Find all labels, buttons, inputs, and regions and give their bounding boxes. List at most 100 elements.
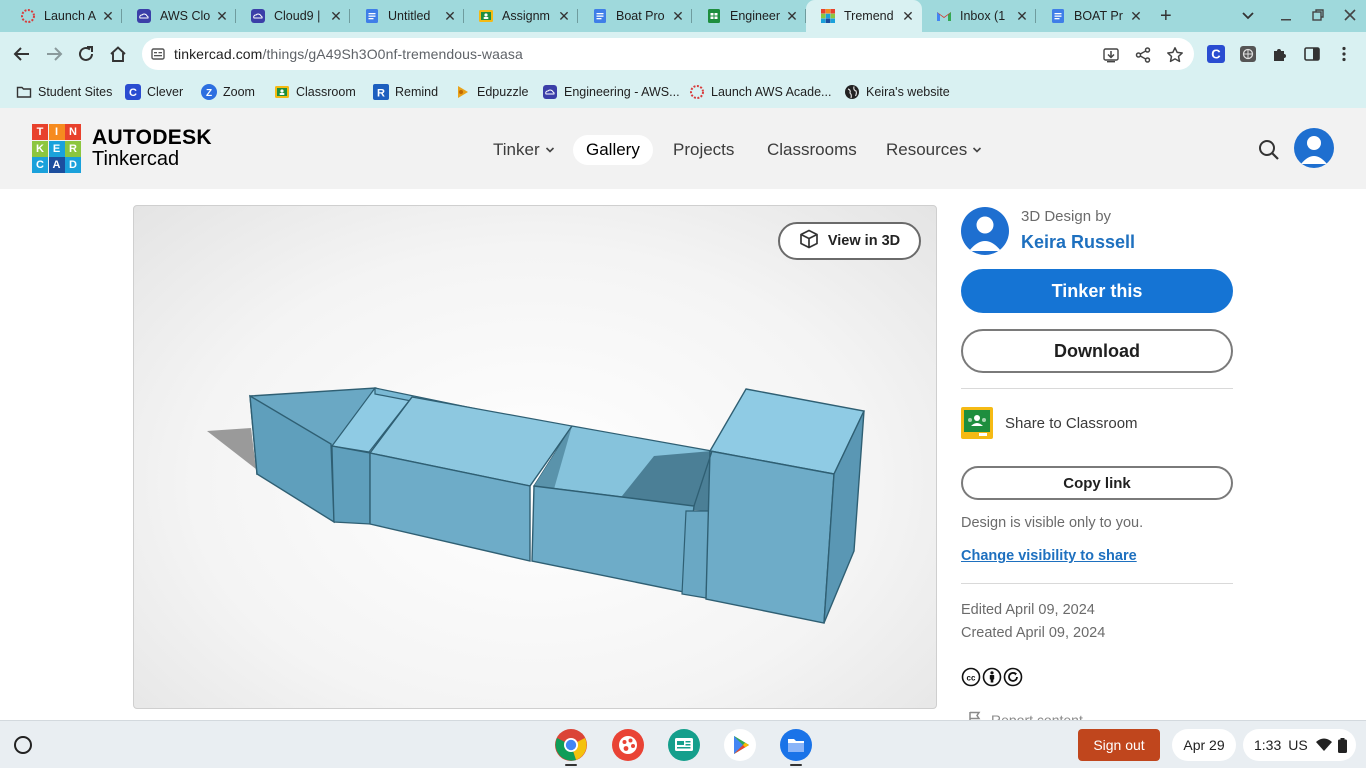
kiosk-app-icon[interactable] — [667, 728, 701, 762]
tab-boat-project[interactable]: Boat Pro ✕ — [578, 0, 692, 32]
bookmark-student-sites[interactable]: Student Sites — [16, 82, 112, 102]
tab-launch-aws[interactable]: Launch A ✕ — [6, 0, 122, 32]
creative-commons-license[interactable]: cc — [961, 667, 1023, 692]
tab-title: AWS Clo — [160, 9, 211, 23]
bookmark-label: Remind — [395, 85, 439, 99]
svg-text:Z: Z — [206, 88, 212, 99]
nav-gallery[interactable]: Gallery — [573, 135, 653, 165]
download-button[interactable]: Download — [961, 329, 1233, 373]
change-visibility-link[interactable]: Change visibility to share — [961, 548, 1137, 564]
close-icon[interactable]: ✕ — [784, 8, 800, 24]
model-preview-viewer[interactable]: View in 3D — [133, 205, 937, 709]
search-icon[interactable] — [1258, 139, 1280, 166]
tab-aws-cloud[interactable]: AWS Clo ✕ — [122, 0, 236, 32]
view-in-3d-label: View in 3D — [827, 233, 901, 249]
close-window-icon[interactable] — [1342, 7, 1358, 28]
reload-icon[interactable] — [75, 43, 97, 65]
brand-autodesk[interactable]: AUTODESK — [92, 126, 212, 150]
bookmark-edpuzzle[interactable]: Edpuzzle — [455, 82, 528, 102]
nav-tinker[interactable]: Tinker — [480, 135, 568, 165]
nav-classrooms-label: Classrooms — [767, 140, 857, 159]
date-tray[interactable]: Apr 29 — [1172, 729, 1236, 761]
bookmark-label: Edpuzzle — [477, 85, 529, 99]
divider — [961, 583, 1233, 584]
share-to-classroom-button[interactable]: Share to Classroom — [961, 406, 1233, 440]
install-app-icon[interactable] — [1102, 46, 1120, 69]
tab-engineering[interactable]: Engineer ✕ — [692, 0, 806, 32]
close-icon[interactable]: ✕ — [328, 8, 344, 24]
bookmark-zoom[interactable]: Z Zoom — [201, 82, 255, 102]
brand-tinkercad[interactable]: Tinkercad — [92, 148, 179, 171]
svg-text:cc: cc — [967, 674, 976, 683]
extensions-puzzle-icon[interactable] — [1270, 44, 1290, 64]
tab-tinkercad-active[interactable]: Tremend ✕ — [806, 0, 922, 32]
forward-arrow-icon[interactable] — [43, 43, 65, 65]
canvas-app-icon[interactable] — [611, 728, 645, 762]
bookmark-remind[interactable]: R Remind — [373, 82, 438, 102]
copy-link-button[interactable]: Copy link — [961, 466, 1233, 500]
tab-inbox[interactable]: Inbox (1 ✕ — [922, 0, 1036, 32]
tinker-this-button[interactable]: Tinker this — [961, 269, 1233, 313]
tab-title: Boat Pro — [616, 9, 665, 23]
close-icon[interactable]: ✕ — [100, 8, 116, 24]
tab-boat-project-2[interactable]: BOAT Pr ✕ — [1036, 0, 1150, 32]
play-store-icon[interactable] — [723, 728, 757, 762]
site-info-icon[interactable] — [150, 46, 166, 67]
nav-resources[interactable]: Resources — [873, 135, 995, 165]
sign-out-button[interactable]: Sign out — [1078, 729, 1160, 761]
address-bar[interactable]: tinkercad.com/things/gA49Sh3O0nf-tremend… — [142, 38, 1194, 70]
side-panel-icon[interactable] — [1302, 44, 1322, 64]
bookmark-launch-aws-academy[interactable]: Launch AWS Acade... — [689, 82, 831, 102]
bookmark-label: Classroom — [296, 85, 356, 99]
tab-cloud9[interactable]: Cloud9 | ✕ — [236, 0, 350, 32]
close-icon[interactable]: ✕ — [670, 8, 686, 24]
bookmark-classroom[interactable]: Classroom — [274, 82, 356, 102]
home-icon[interactable] — [107, 43, 129, 65]
logo-letter: D — [65, 157, 81, 173]
bookmark-keiras-website[interactable]: Keira's website — [844, 82, 950, 102]
author-avatar[interactable] — [961, 207, 1009, 255]
author-name-link[interactable]: Keira Russell — [1021, 232, 1135, 253]
new-tab-plus-icon[interactable]: + — [1160, 6, 1172, 26]
close-icon[interactable]: ✕ — [1128, 8, 1144, 24]
tab-untitled[interactable]: Untitled ✕ — [350, 0, 464, 32]
chevron-down-icon[interactable] — [1240, 7, 1256, 28]
bookmark-engineering-aws[interactable]: Engineering - AWS... — [542, 82, 680, 102]
close-icon[interactable]: ✕ — [214, 8, 230, 24]
chrome-app-icon[interactable] — [554, 728, 588, 762]
url-path: /things/gA49Sh3O0nf-tremendous-waasa — [262, 46, 523, 62]
tinkercad-logo[interactable]: T I N K E R C A D — [32, 124, 81, 173]
wifi-icon — [1315, 738, 1332, 752]
minimize-icon[interactable] — [1278, 7, 1294, 28]
clever-extension-icon[interactable]: C — [1206, 44, 1226, 64]
bookmark-clever[interactable]: C Clever — [125, 82, 183, 102]
tab-assignment[interactable]: Assignm ✕ — [464, 0, 578, 32]
launcher-icon[interactable] — [14, 736, 32, 754]
bookmark-label: Student Sites — [38, 85, 113, 99]
status-tray[interactable]: 1:33 US — [1243, 729, 1356, 761]
close-icon[interactable]: ✕ — [442, 8, 458, 24]
back-arrow-icon[interactable] — [11, 43, 33, 65]
browser-toolbar: tinkercad.com/things/gA49Sh3O0nf-tremend… — [0, 32, 1366, 76]
files-app-icon[interactable] — [779, 728, 813, 762]
user-avatar[interactable] — [1294, 128, 1334, 168]
close-icon[interactable]: ✕ — [900, 8, 916, 24]
close-icon[interactable]: ✕ — [556, 8, 572, 24]
tab-title: Launch A — [44, 9, 97, 23]
boat-model-render — [207, 387, 866, 624]
bookmark-star-icon[interactable] — [1166, 46, 1184, 69]
view-in-3d-button[interactable]: View in 3D — [778, 222, 921, 260]
nav-classrooms[interactable]: Classrooms — [754, 135, 870, 165]
tab-title: Assignm — [502, 9, 550, 23]
tab-title: Tremend — [844, 9, 894, 23]
extension-grid-icon[interactable] — [1238, 44, 1258, 64]
share-icon[interactable] — [1134, 46, 1152, 69]
restore-icon[interactable] — [1310, 7, 1326, 28]
folder-icon — [16, 84, 32, 100]
menu-kebab-icon[interactable] — [1334, 44, 1354, 64]
close-icon[interactable]: ✕ — [1014, 8, 1030, 24]
site-header: T I N K E R C A D AUTODESK Tinkercad Tin… — [0, 108, 1366, 189]
tab-title: Untitled — [388, 9, 431, 23]
edpuzzle-icon — [455, 84, 471, 100]
nav-projects[interactable]: Projects — [660, 135, 747, 165]
